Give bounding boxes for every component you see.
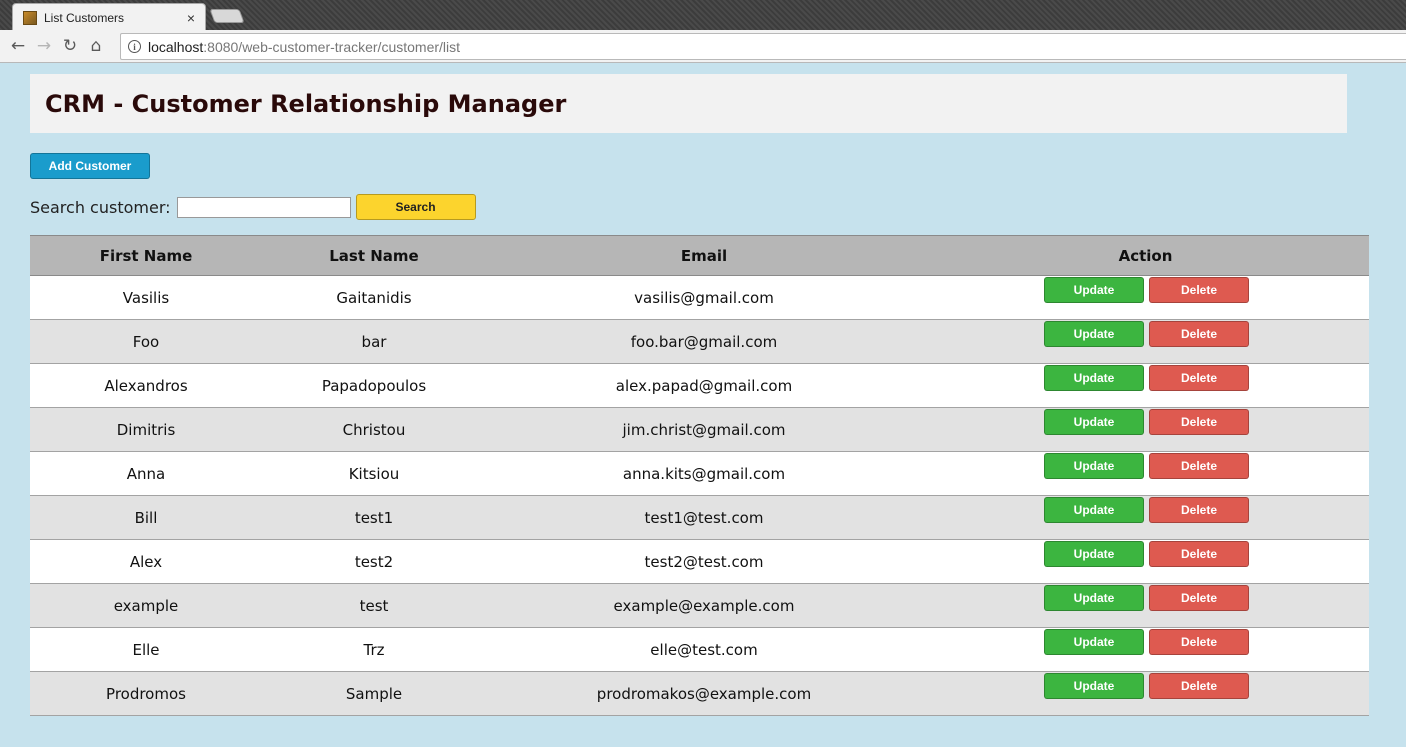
first-name-cell: Elle bbox=[132, 640, 160, 659]
url-host: localhost bbox=[148, 38, 204, 55]
action-cell: Update Delete bbox=[922, 672, 1369, 716]
update-button[interactable]: Update bbox=[1044, 540, 1144, 567]
delete-button[interactable]: Delete bbox=[1149, 540, 1249, 567]
back-arrow-icon[interactable]: ← bbox=[6, 34, 30, 58]
address-bar[interactable]: i localhost:8080/web-customer-tracker/cu… bbox=[120, 33, 1406, 60]
update-button[interactable]: Update bbox=[1044, 364, 1144, 391]
table-row: Alex test2 test2@test.com Update Delete bbox=[30, 540, 1369, 584]
add-customer-button[interactable]: Add Customer bbox=[30, 153, 150, 179]
table-row: Alexandros Papadopoulos alex.papad@gmail.c… bbox=[30, 364, 1369, 408]
email-cell: foo.bar@gmail.com bbox=[630, 332, 778, 351]
delete-button[interactable]: Delete bbox=[1149, 672, 1249, 699]
first-name-cell: example bbox=[113, 596, 179, 615]
search-label: Search customer: bbox=[30, 197, 171, 217]
first-name-cell: Alex bbox=[129, 552, 163, 571]
close-tab-icon[interactable]: × bbox=[187, 10, 195, 26]
header-first-name: First Name bbox=[99, 246, 193, 265]
action-cell: Update Delete bbox=[922, 584, 1369, 628]
search-input[interactable] bbox=[176, 196, 351, 218]
first-name-cell: Alexandros bbox=[104, 376, 188, 395]
delete-button[interactable]: Delete bbox=[1149, 584, 1249, 611]
update-button[interactable]: Update bbox=[1044, 276, 1144, 303]
header-last-name: Last Name bbox=[329, 246, 419, 265]
action-cell: Update Delete bbox=[922, 364, 1369, 408]
table-row: Elle Trz elle@test.com Update Delete bbox=[30, 628, 1369, 672]
home-icon[interactable]: ⌂ bbox=[84, 34, 108, 58]
delete-button[interactable]: Delete bbox=[1149, 496, 1249, 523]
header-action: Action bbox=[1118, 246, 1173, 265]
page-header: CRM - Customer Relationship Manager bbox=[30, 74, 1347, 133]
update-button[interactable]: Update bbox=[1044, 584, 1144, 611]
last-name-cell: Papadopoulos bbox=[321, 376, 427, 395]
email-cell: example@example.com bbox=[613, 596, 795, 615]
email-cell: alex.papad@gmail.com bbox=[615, 376, 793, 395]
update-button[interactable]: Update bbox=[1044, 452, 1144, 479]
table-row: Anna Kitsiou anna.kits@gmail.com Update Dele… bbox=[30, 452, 1369, 496]
tab-title: List Customers bbox=[44, 10, 125, 25]
forward-arrow-icon[interactable]: → bbox=[32, 34, 56, 58]
last-name-cell: Kitsiou bbox=[348, 464, 400, 483]
browser-tab-bar: List Customers × bbox=[0, 0, 1406, 31]
first-name-cell: Dimitris bbox=[116, 420, 176, 439]
update-button[interactable]: Update bbox=[1044, 628, 1144, 655]
browser-tab[interactable]: List Customers × bbox=[12, 3, 206, 31]
header-email: Email bbox=[680, 246, 728, 265]
last-name-cell: bar bbox=[361, 332, 387, 351]
action-cell: Update Delete bbox=[922, 628, 1369, 672]
action-cell: Update Delete bbox=[922, 408, 1369, 452]
last-name-cell: Christou bbox=[342, 420, 406, 439]
first-name-cell: Anna bbox=[126, 464, 166, 483]
info-icon[interactable]: i bbox=[128, 40, 141, 53]
last-name-cell: test2 bbox=[354, 552, 394, 571]
email-cell: test2@test.com bbox=[644, 552, 764, 571]
table-row: Dimitris Christou jim.christ@gmail.com Upda… bbox=[30, 408, 1369, 452]
delete-button[interactable]: Delete bbox=[1149, 408, 1249, 435]
table-body: Vasilis Gaitanidis vasilis@gmail.com Update… bbox=[30, 276, 1369, 716]
table-row: Foo bar foo.bar@gmail.com Update Delete bbox=[30, 320, 1369, 364]
delete-button[interactable]: Delete bbox=[1149, 320, 1249, 347]
update-button[interactable]: Update bbox=[1044, 672, 1144, 699]
email-cell: vasilis@gmail.com bbox=[634, 288, 774, 307]
table-header: First Name Last Name Email Action bbox=[30, 235, 1369, 276]
favicon-icon bbox=[23, 10, 37, 25]
email-cell: prodromakos@example.com bbox=[596, 684, 812, 703]
update-button[interactable]: Update bbox=[1044, 320, 1144, 347]
action-cell: Update Delete bbox=[922, 496, 1369, 540]
browser-toolbar: ← → ↻ ⌂ i localhost:8080/web-customer-tr… bbox=[0, 30, 1406, 63]
delete-button[interactable]: Delete bbox=[1149, 452, 1249, 479]
table-row: Vasilis Gaitanidis vasilis@gmail.com Update… bbox=[30, 276, 1369, 320]
url-path: :8080/web-customer-tracker/customer/list bbox=[203, 38, 461, 55]
last-name-cell: Sample bbox=[345, 684, 403, 703]
delete-button[interactable]: Delete bbox=[1149, 628, 1249, 655]
email-cell: jim.christ@gmail.com bbox=[622, 420, 786, 439]
reload-icon[interactable]: ↻ bbox=[58, 34, 82, 58]
email-cell: test1@test.com bbox=[644, 508, 764, 527]
delete-button[interactable]: Delete bbox=[1149, 364, 1249, 391]
customer-table: First Name Last Name Email Action Vasili… bbox=[30, 235, 1369, 716]
update-button[interactable]: Update bbox=[1044, 496, 1144, 523]
update-button[interactable]: Update bbox=[1044, 408, 1144, 435]
first-name-cell: Foo bbox=[132, 332, 160, 351]
email-cell: elle@test.com bbox=[650, 640, 758, 659]
last-name-cell: test bbox=[359, 596, 389, 615]
email-cell: anna.kits@gmail.com bbox=[622, 464, 786, 483]
action-cell: Update Delete bbox=[922, 276, 1369, 320]
action-cell: Update Delete bbox=[922, 320, 1369, 364]
first-name-cell: Vasilis bbox=[122, 288, 170, 307]
first-name-cell: Bill bbox=[134, 508, 158, 527]
new-tab-button[interactable] bbox=[209, 9, 245, 23]
delete-button[interactable]: Delete bbox=[1149, 276, 1249, 303]
action-cell: Update Delete bbox=[922, 540, 1369, 584]
last-name-cell: Gaitanidis bbox=[336, 288, 412, 307]
search-form: Search customer: Search bbox=[30, 194, 476, 220]
last-name-cell: Trz bbox=[363, 640, 385, 659]
search-button[interactable]: Search bbox=[355, 194, 476, 220]
page-title: CRM - Customer Relationship Manager bbox=[45, 89, 567, 118]
first-name-cell: Prodromos bbox=[106, 684, 186, 703]
table-row: Bill test1 test1@test.com Update Delete bbox=[30, 496, 1369, 540]
table-row: example test example@example.com Update Dele… bbox=[30, 584, 1369, 628]
action-cell: Update Delete bbox=[922, 452, 1369, 496]
table-row: Prodromos Sample prodromakos@example.com Up… bbox=[30, 672, 1369, 716]
last-name-cell: test1 bbox=[354, 508, 394, 527]
